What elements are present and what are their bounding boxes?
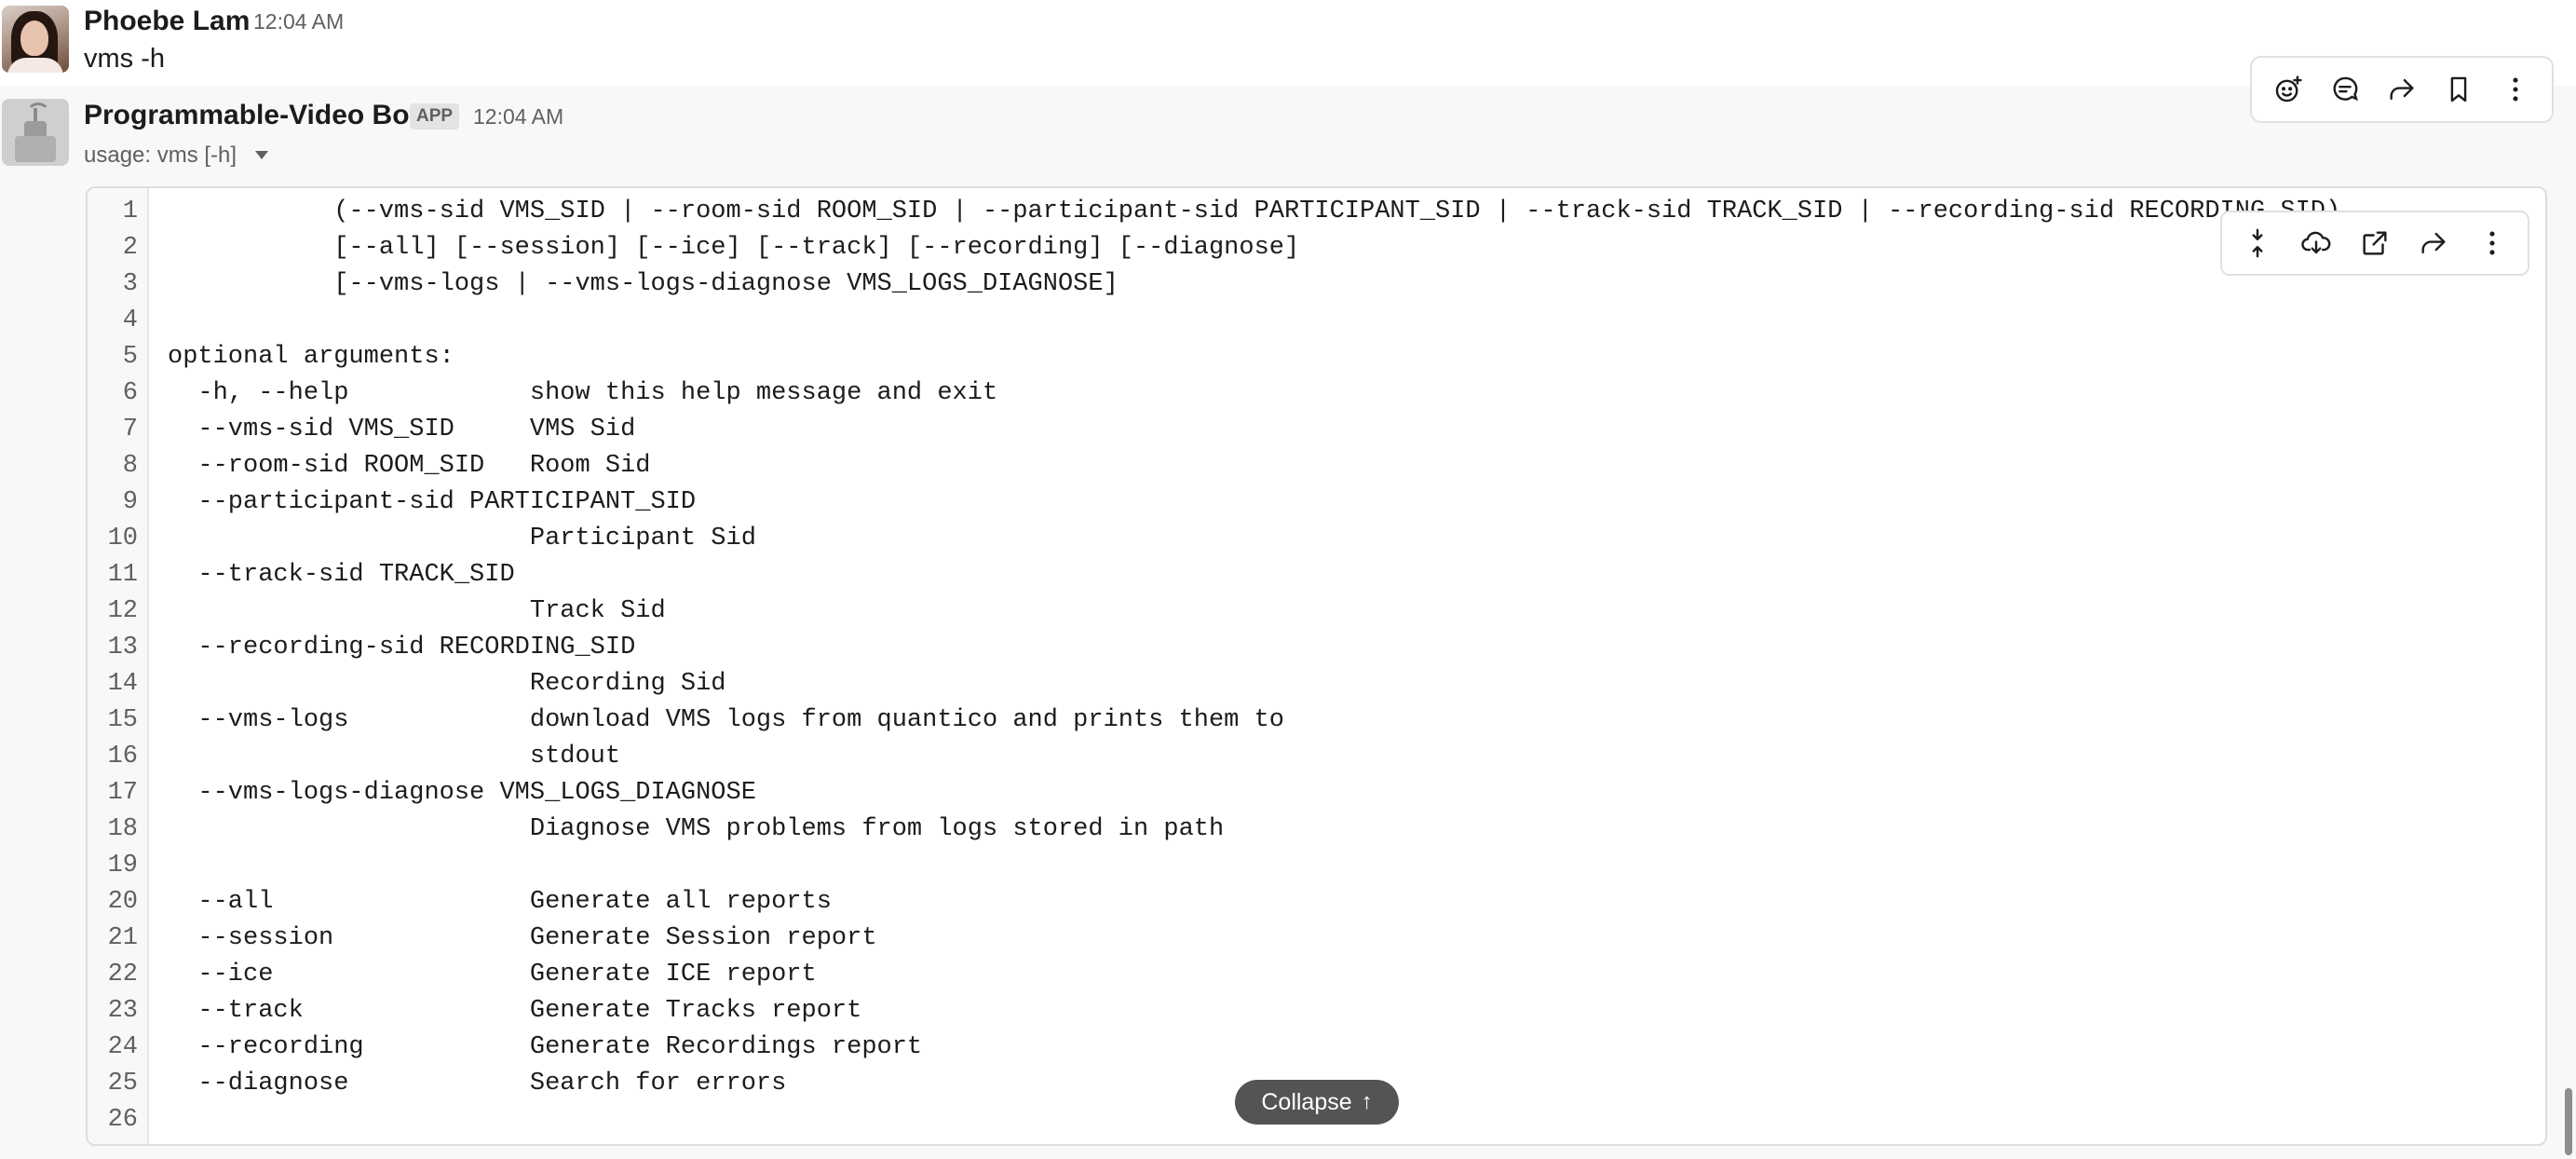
line-number: 19 [107, 852, 138, 879]
forward-icon[interactable] [2379, 67, 2424, 112]
collapse-lines-icon[interactable] [2235, 221, 2280, 266]
code-line: --vms-sid VMS_SID VMS Sid [168, 416, 636, 443]
more-actions-icon[interactable] [2493, 67, 2538, 112]
code-line: --all Generate all reports [168, 888, 832, 916]
reply-in-thread-icon[interactable] [2323, 67, 2367, 112]
code-line: --diagnose Search for errors [168, 1070, 787, 1098]
message-actions-toolbar [2250, 56, 2554, 123]
code-line: Recording Sid [168, 670, 726, 698]
line-number: 8 [122, 452, 138, 480]
code-line: [--all] [--session] [--ice] [--track] [-… [168, 234, 1300, 262]
code-line: Participant Sid [168, 525, 756, 552]
expand-caret-icon[interactable] [255, 151, 268, 159]
code-line: Diagnose VMS problems from logs stored i… [168, 815, 1225, 843]
download-icon[interactable] [2294, 221, 2339, 266]
code-line: -h, --help show this help message and ex… [168, 379, 998, 407]
message-phoebe[interactable]: Phoebe Lam 12:04 AM vms -h [0, 0, 2576, 86]
line-number: 25 [107, 1070, 138, 1098]
line-number: 10 [107, 525, 138, 552]
line-number: 6 [122, 379, 138, 407]
collapse-label: Collapse [1261, 1088, 1352, 1115]
timestamp[interactable]: 12:04 AM [473, 104, 563, 130]
code-line: --participant-sid PARTICIPANT_SID [168, 488, 697, 516]
collapse-button[interactable]: Collapse ↑ [1235, 1080, 1399, 1125]
line-number: 13 [107, 634, 138, 661]
scrollbar[interactable] [2565, 1088, 2572, 1155]
line-number: 16 [107, 743, 138, 770]
code-line: --track-sid TRACK_SID [168, 561, 515, 589]
code-line: stdout [168, 743, 621, 770]
line-number: 12 [107, 597, 138, 625]
add-reaction-icon[interactable] [2266, 67, 2311, 112]
line-number: 14 [107, 670, 138, 698]
line-number: 2 [122, 234, 138, 262]
line-number: 1 [122, 198, 138, 225]
line-number: 17 [107, 779, 138, 807]
line-number: 9 [122, 488, 138, 516]
code-line: --room-sid ROOM_SID Room Sid [168, 452, 651, 480]
code-line: --recording-sid RECORDING_SID [168, 634, 636, 661]
line-number: 11 [107, 561, 138, 589]
code-line: Track Sid [168, 597, 666, 625]
author-name[interactable]: Programmable-Video Bot [84, 100, 419, 131]
code-line: --vms-logs-diagnose VMS_LOGS_DIAGNOSE [168, 779, 756, 807]
code-line: --track Generate Tracks report [168, 997, 862, 1025]
code-line: --recording Generate Recordings report [168, 1033, 923, 1061]
line-number: 26 [107, 1106, 138, 1134]
share-icon[interactable] [2411, 221, 2456, 266]
code-line: --ice Generate ICE report [168, 961, 817, 989]
code-line: --vms-logs download VMS logs from quanti… [168, 706, 1284, 734]
line-number: 15 [107, 706, 138, 734]
code-line: optional arguments: [168, 343, 454, 371]
line-number: 23 [107, 997, 138, 1025]
code-block-toolbar [2220, 211, 2529, 276]
open-external-icon[interactable] [2352, 221, 2397, 266]
line-number: 24 [107, 1033, 138, 1061]
code-line: (--vms-sid VMS_SID | --room-sid ROOM_SID… [168, 198, 2341, 225]
line-number: 7 [122, 416, 138, 443]
line-number: 4 [122, 307, 138, 334]
bot-avatar[interactable] [2, 99, 69, 166]
code-line: --session Generate Session report [168, 924, 877, 952]
line-number: 22 [107, 961, 138, 989]
line-number: 18 [107, 815, 138, 843]
timestamp[interactable]: 12:04 AM [253, 9, 344, 34]
line-number: 21 [107, 924, 138, 952]
line-number: 5 [122, 343, 138, 371]
bookmark-icon[interactable] [2436, 67, 2481, 112]
message-text: vms -h [84, 44, 165, 74]
app-badge: APP [410, 103, 460, 130]
author-name[interactable]: Phoebe Lam [84, 6, 250, 37]
line-number: 20 [107, 888, 138, 916]
code-line: [--vms-logs | --vms-logs-diagnose VMS_LO… [168, 270, 1119, 298]
message-summary: usage: vms [-h] [84, 143, 237, 168]
line-number: 3 [122, 270, 138, 298]
more-options-icon[interactable] [2470, 221, 2515, 266]
arrow-up-icon: ↑ [1361, 1089, 1373, 1114]
code-block: 1 (--vms-sid VMS_SID | --room-sid ROOM_S… [86, 186, 2547, 1146]
avatar[interactable] [2, 6, 69, 73]
